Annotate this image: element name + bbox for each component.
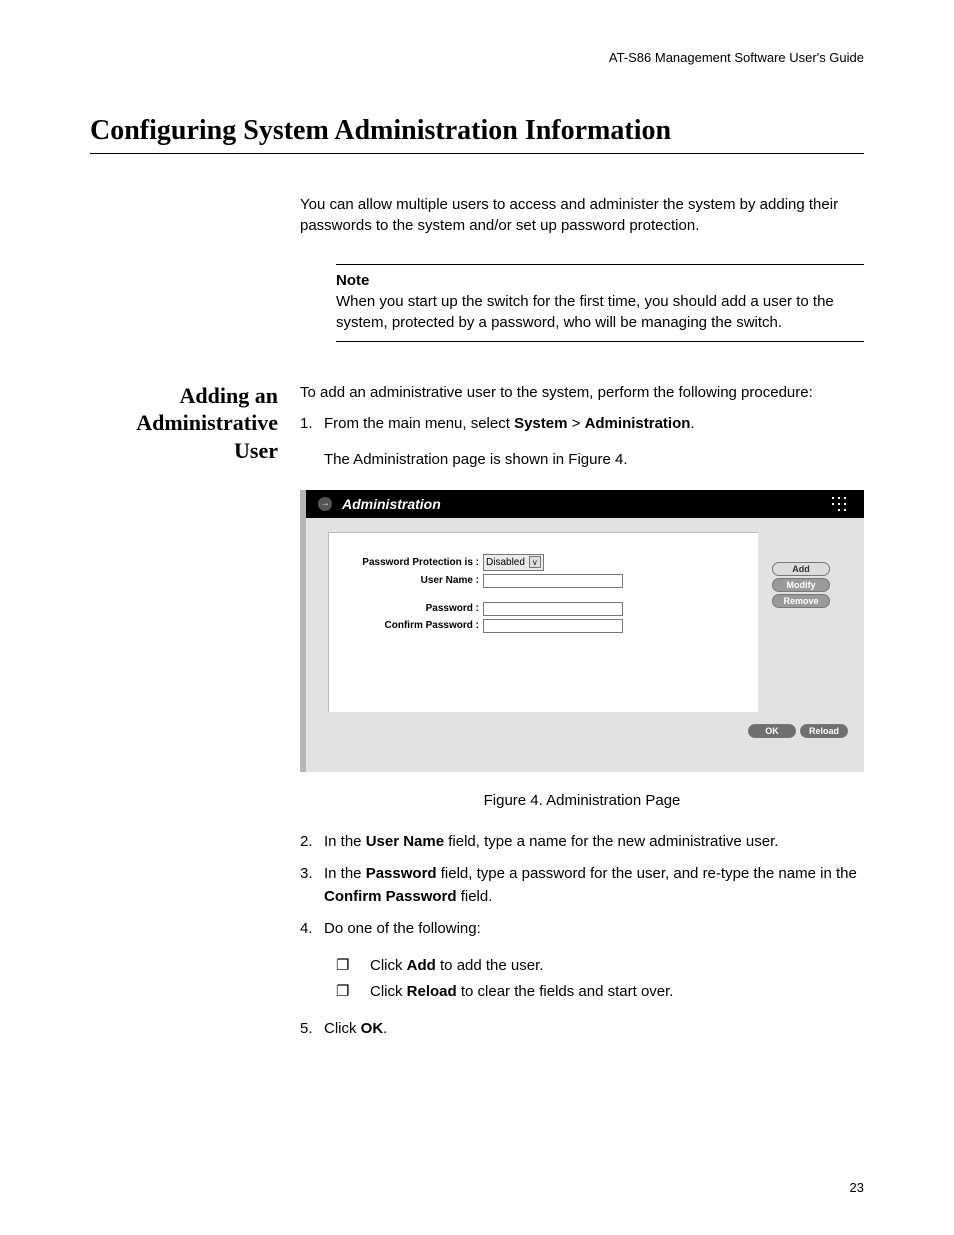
pwd-protection-select[interactable]: Disabled v [483, 554, 544, 571]
step-text: Click [324, 1020, 361, 1037]
username-label: User Name : [329, 575, 483, 586]
substep-text: Click [370, 983, 407, 1000]
menu-system: System [514, 415, 567, 432]
step-text: In the [324, 833, 366, 850]
logo-icon [830, 495, 852, 513]
page-title: Configuring System Administration Inform… [90, 115, 864, 154]
step-number: 1. [300, 413, 324, 472]
chevron-down-icon: v [529, 556, 541, 568]
step-number: 2. [300, 831, 324, 854]
note-box: Note When you start up the switch for th… [336, 264, 864, 342]
section-lead: To add an administrative user to the sys… [300, 382, 864, 403]
step-text: field. [457, 888, 493, 905]
figure-admin-page: → Administration Password Protection is … [300, 490, 864, 772]
confirm-password-label: Confirm Password : [329, 620, 483, 631]
step-1: 1. From the main menu, select System > A… [300, 413, 864, 472]
step-number: 4. [300, 918, 324, 1008]
add-button[interactable]: Add [772, 562, 830, 576]
confirm-password-input[interactable] [483, 619, 623, 633]
step-text: field, type a name for the new administr… [444, 833, 778, 850]
footer-buttons: OK Reload [306, 724, 854, 738]
section-side-heading: Adding an Administrative User [88, 382, 278, 465]
substep-text: to add the user. [436, 957, 544, 974]
step-number: 5. [300, 1018, 324, 1041]
remove-button[interactable]: Remove [772, 594, 830, 608]
note-text: When you start up the switch for the fir… [336, 293, 834, 330]
step-text: Do one of the following: [324, 918, 864, 941]
menu-administration: Administration [585, 415, 691, 432]
arrow-icon: → [318, 497, 332, 511]
step-number: 3. [300, 863, 324, 908]
substep-add: ❐ Click Add to add the user. [324, 955, 864, 978]
side-buttons: Add Modify Remove [772, 562, 830, 712]
step-text: . [690, 415, 694, 432]
running-header: AT-S86 Management Software User's Guide [90, 50, 864, 65]
password-input[interactable] [483, 602, 623, 616]
step-3: 3. In the Password field, type a passwor… [300, 863, 864, 908]
username-input[interactable] [483, 574, 623, 588]
figure-caption: Figure 4. Administration Page [300, 792, 864, 809]
pwd-protection-label: Password Protection is : [329, 557, 483, 568]
step-text: From the main menu, select [324, 415, 514, 432]
admin-form-panel: Password Protection is : Disabled v User… [328, 532, 758, 712]
substep-reload: ❐ Click Reload to clear the fields and s… [324, 981, 864, 1004]
bullet-icon: ❐ [324, 981, 370, 1004]
pwd-protection-value: Disabled [486, 557, 525, 568]
btn-ok-ref: OK [361, 1020, 384, 1037]
step-4: 4. Do one of the following: ❐ Click Add … [300, 918, 864, 1008]
step-2: 2. In the User Name field, type a name f… [300, 831, 864, 854]
reload-button[interactable]: Reload [800, 724, 848, 738]
note-label: Note [336, 271, 864, 291]
substep-text: to clear the fields and start over. [457, 983, 674, 1000]
modify-button[interactable]: Modify [772, 578, 830, 592]
btn-reload-ref: Reload [407, 983, 457, 1000]
intro-paragraph: You can allow multiple users to access a… [300, 194, 864, 236]
figure-title: Administration [342, 496, 441, 512]
ok-button[interactable]: OK [748, 724, 796, 738]
password-label: Password : [329, 603, 483, 614]
step-text: . [383, 1020, 387, 1037]
step-5: 5. Click OK. [300, 1018, 864, 1041]
figure-titlebar: → Administration [306, 490, 864, 518]
step-text: field, type a password for the user, and… [437, 865, 857, 882]
field-password: Password [366, 865, 437, 882]
step-text: > [567, 415, 584, 432]
field-username: User Name [366, 833, 444, 850]
substep-text: Click [370, 957, 407, 974]
bullet-icon: ❐ [324, 955, 370, 978]
btn-add-ref: Add [407, 957, 436, 974]
step-text: In the [324, 865, 366, 882]
step-follow-text: The Administration page is shown in Figu… [324, 449, 864, 472]
field-confirm-password: Confirm Password [324, 888, 457, 905]
page-number: 23 [850, 1180, 864, 1195]
